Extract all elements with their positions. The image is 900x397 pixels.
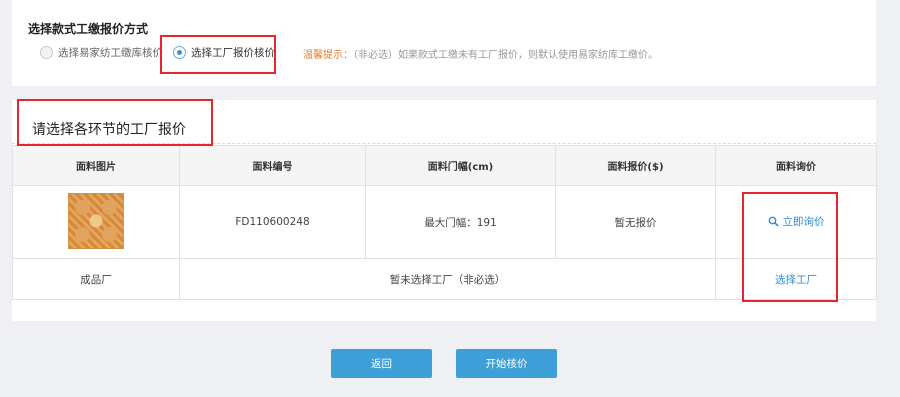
header-fabric-code: 面料编号: [179, 145, 366, 186]
factory-status-cell: 暂未选择工厂（非必选）: [179, 258, 716, 300]
fabric-table: 面料图片 面料编号 面料门幅(cm) 面料报价($) 面料询价 FD110600…: [12, 145, 877, 300]
fabric-code-cell: FD110600248: [179, 185, 366, 259]
factory-quote-panel: 请选择各环节的工厂报价 面料图片 面料编号 面料门幅(cm) 面料报价($) 面…: [12, 100, 877, 321]
warm-hint: 温馨提示：（非必选）如果款式工缴未有工厂报价，则默认使用易家纺库工缴价。: [303, 46, 658, 61]
hint-body: （非必选）如果款式工缴未有工厂报价，则默认使用易家纺库工缴价。: [353, 50, 658, 61]
pricing-method-panel: [12, 0, 876, 86]
radio-label-yijiafang-library[interactable]: 选择易家纺工缴库核价: [58, 45, 163, 60]
factory-type-cell: 成品厂: [12, 258, 180, 300]
pricing-method-options: 选择易家纺工缴库核价 选择工厂报价核价: [40, 44, 285, 60]
fabric-price-cell: 暂无报价: [555, 185, 716, 259]
radio-yijiafang-library[interactable]: [40, 45, 53, 59]
radio-label-factory-quote[interactable]: 选择工厂报价核价: [191, 45, 275, 60]
radio-factory-quote[interactable]: [173, 45, 186, 59]
header-fabric-width: 面料门幅(cm): [365, 145, 556, 186]
fabric-image-cell: [12, 185, 180, 259]
fabric-width-cell: 最大门幅：191: [365, 185, 556, 259]
inquiry-now-label: 立即询价: [782, 216, 825, 228]
back-button[interactable]: 返回: [331, 349, 432, 378]
factory-quote-title: 请选择各环节的工厂报价: [32, 122, 186, 138]
select-factory-link[interactable]: 选择工厂: [775, 274, 817, 286]
header-fabric-image: 面料图片: [12, 145, 180, 186]
start-pricing-button[interactable]: 开始核价: [456, 349, 557, 378]
factory-action-cell: 选择工厂: [715, 258, 877, 300]
fabric-inquiry-cell: 立即询价: [715, 185, 877, 259]
table-header-row: 面料图片 面料编号 面料门幅(cm) 面料报价($) 面料询价: [12, 145, 877, 186]
hint-title: 温馨提示：: [303, 50, 353, 61]
pricing-method-title: 选择款式工缴报价方式: [28, 22, 149, 36]
search-icon: [768, 216, 779, 227]
inquiry-now-link[interactable]: 立即询价: [768, 214, 825, 229]
fabric-swatch-image[interactable]: [68, 192, 124, 249]
table-row: 成品厂 暂未选择工厂（非必选） 选择工厂: [12, 258, 877, 300]
table-row: FD110600248 最大门幅：191 暂无报价 立即询价: [12, 185, 877, 259]
title-divider: [12, 143, 876, 144]
header-fabric-inquiry: 面料询价: [715, 145, 877, 186]
header-fabric-price: 面料报价($): [555, 145, 716, 186]
